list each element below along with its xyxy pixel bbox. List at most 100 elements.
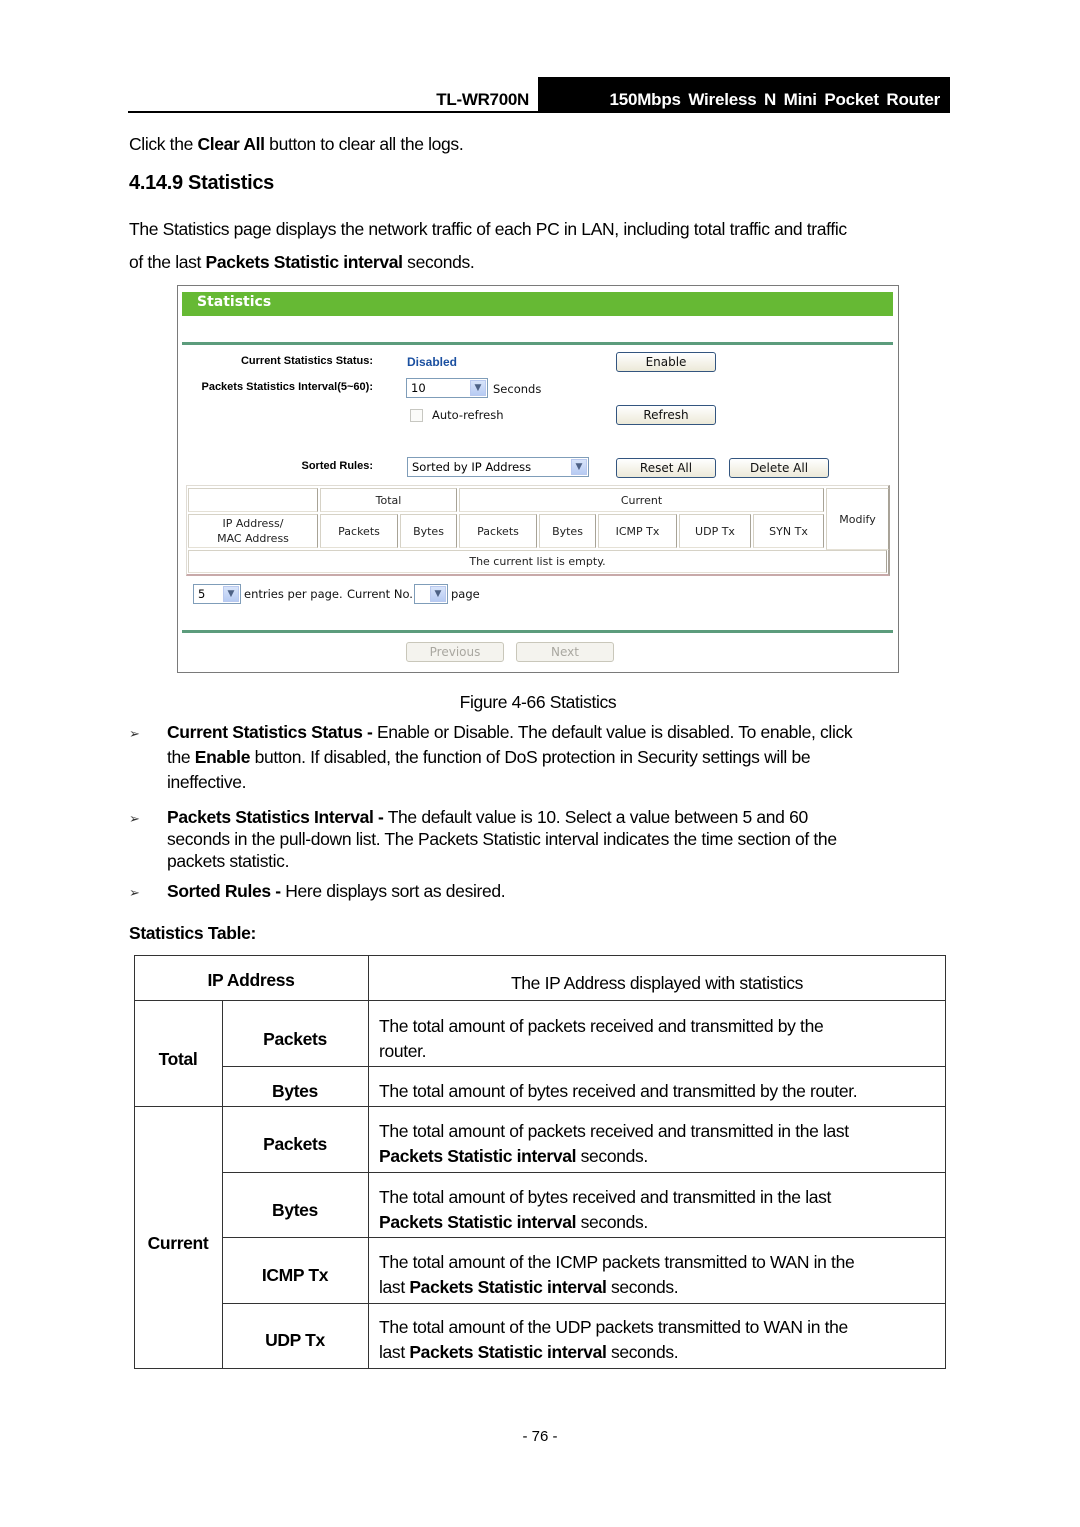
- row-desc: The total amount of packets received and…: [379, 1119, 935, 1169]
- header-total: Total: [320, 488, 457, 512]
- chevron-down-icon[interactable]: ▼: [430, 586, 446, 602]
- desc-bold: Packets Statistic interval: [379, 1146, 577, 1166]
- refresh-button[interactable]: Refresh: [616, 405, 716, 425]
- current-no-label: Current No.: [347, 587, 413, 601]
- running-header: TL-WR700N 150Mbps Wireless N Mini Pocket…: [128, 77, 950, 113]
- table-corner-cell: [188, 488, 318, 512]
- desc-line: last: [379, 1277, 410, 1297]
- sorted-rules-select[interactable]: Sorted by IP Address ▼: [407, 457, 589, 477]
- header-current: Current: [459, 488, 824, 512]
- table-heading: Statistics Table:: [129, 923, 256, 943]
- sorted-label: Sorted Rules:: [301, 460, 373, 472]
- bullet-text: Here displays sort as desired.: [280, 881, 506, 901]
- row-desc: The total amount of the ICMP packets tra…: [379, 1250, 935, 1300]
- bullet-text: seconds in the pull-down list. The Packe…: [167, 829, 837, 849]
- table-border: [134, 1000, 946, 1001]
- table-border: [368, 955, 369, 1369]
- ip-address-header: IP Address: [207, 970, 295, 990]
- desc-line: seconds.: [606, 1342, 679, 1362]
- desc-line: The total amount of bytes received and t…: [379, 1187, 832, 1207]
- desc-line: seconds.: [606, 1277, 679, 1297]
- status-label: Current Statistics Status:: [240, 355, 373, 367]
- page-label: page: [451, 587, 480, 601]
- desc-line: The total amount of the ICMP packets tra…: [379, 1252, 855, 1272]
- bullet-status: Current Statistics Status - Enable or Di…: [167, 720, 948, 795]
- col-current-bytes: Bytes: [539, 514, 596, 548]
- desc-bold: Packets Statistic interval: [379, 1212, 577, 1232]
- arrow-bullet-icon: ➢: [129, 811, 140, 826]
- ip-address-desc: The IP Address displayed with statistics: [510, 973, 804, 993]
- col-udp-tx: UDP Tx: [679, 514, 751, 548]
- bullet-term: Sorted Rules -: [167, 881, 281, 901]
- chevron-down-icon[interactable]: ▼: [571, 459, 587, 475]
- next-button[interactable]: Next: [516, 642, 614, 662]
- desc-bold: Packets Statistic interval: [409, 1277, 607, 1297]
- bullet-text: The default value is 10. Select a value …: [383, 807, 809, 827]
- row-name: UDP Tx: [265, 1330, 325, 1350]
- row-name: Packets: [263, 1134, 327, 1154]
- statistics-description-table: IP Address The IP Address displayed with…: [134, 955, 946, 1369]
- model-name: TL-WR700N: [436, 90, 529, 109]
- row-name: Packets: [263, 1029, 327, 1049]
- row-desc: The total amount of the UDP packets tran…: [379, 1315, 935, 1365]
- entries-value: 5: [198, 587, 206, 601]
- arrow-bullet-icon: ➢: [129, 726, 140, 741]
- bullet-term: Current Statistics Status -: [167, 722, 373, 742]
- header-ip-mac: IP Address/ MAC Address: [188, 514, 318, 548]
- entries-label: entries per page.: [244, 587, 343, 601]
- previous-button[interactable]: Previous: [406, 642, 504, 662]
- table-border: [134, 1368, 946, 1369]
- desc-line: seconds.: [576, 1146, 649, 1166]
- chevron-down-icon[interactable]: ▼: [470, 380, 486, 396]
- current-page-select[interactable]: ▼: [414, 584, 448, 604]
- section-desc-line2: of the last Packets Statistic interval s…: [129, 252, 475, 273]
- status-value: Disabled: [407, 355, 458, 369]
- header-modify: Modify: [826, 488, 889, 550]
- desc-text: of the last: [129, 252, 206, 272]
- bullet-text: the: [167, 747, 195, 767]
- desc-line: seconds.: [576, 1212, 649, 1232]
- row-desc: The total amount of bytes received and t…: [379, 1081, 858, 1101]
- table-border: [222, 1237, 946, 1238]
- group-current: Current: [147, 1233, 209, 1253]
- row-name: Bytes: [272, 1200, 318, 1220]
- table-border: [945, 955, 946, 1369]
- col-current-packets: Packets: [459, 514, 537, 548]
- statistics-table: Total Current Modify IP Address/ MAC Add…: [186, 485, 890, 576]
- desc-line: The total amount of packets received and…: [379, 1016, 824, 1036]
- auto-refresh-checkbox[interactable]: [410, 409, 423, 422]
- arrow-bullet-icon: ➢: [129, 885, 140, 900]
- desc-line: The total amount of the UDP packets tran…: [379, 1317, 848, 1337]
- row-name: Bytes: [272, 1081, 318, 1101]
- intro-line: Click the Clear All button to clear all …: [129, 134, 464, 155]
- ip-mac-line2: MAC Address: [217, 532, 289, 545]
- bullet-text: Enable or Disable. The default value is …: [372, 722, 853, 742]
- bullet-bold: Enable: [194, 747, 251, 767]
- delete-all-button[interactable]: Delete All: [729, 458, 829, 478]
- chevron-down-icon[interactable]: ▼: [223, 586, 239, 602]
- row-desc: The total amount of bytes received and t…: [379, 1185, 935, 1235]
- ip-mac-line1: IP Address/: [222, 517, 284, 530]
- bullet-text: button. If disabled, the function of DoS…: [250, 747, 811, 767]
- divider: [182, 630, 893, 633]
- desc-text-after: seconds.: [402, 252, 475, 272]
- interval-value: 10: [411, 381, 426, 395]
- table-border: [222, 1066, 946, 1067]
- interval-label: Packets Statistics Interval(5~60):: [201, 381, 373, 393]
- intro-bold: Clear All: [197, 134, 265, 154]
- divider: [182, 342, 893, 345]
- table-border: [134, 955, 946, 956]
- intro-text: Click the: [129, 134, 198, 154]
- col-icmp-tx: ICMP Tx: [598, 514, 677, 548]
- bullet-text: ineffective.: [167, 772, 247, 792]
- desc-line: The total amount of packets received and…: [379, 1121, 849, 1141]
- empty-list-message: The current list is empty.: [188, 550, 887, 573]
- entries-per-page-select[interactable]: 5 ▼: [193, 584, 241, 604]
- table-border: [222, 1000, 223, 1369]
- col-total-packets: Packets: [320, 514, 398, 548]
- bullet-interval: Packets Statistics Interval - The defaul…: [167, 806, 948, 872]
- bullet-text: packets statistic.: [167, 851, 290, 871]
- reset-all-button[interactable]: Reset All: [616, 458, 716, 478]
- enable-button[interactable]: Enable: [616, 352, 716, 372]
- interval-select[interactable]: 10 ▼: [406, 378, 488, 398]
